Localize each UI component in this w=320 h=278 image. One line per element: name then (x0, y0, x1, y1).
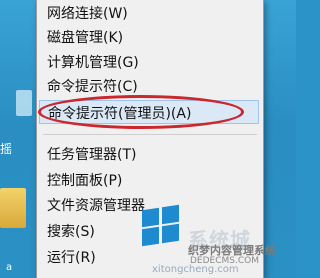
menu-item-label: 控制面板(P) (47, 173, 123, 189)
menu-item-network-connections[interactable]: 网络连接(W) (37, 0, 263, 24)
menu-item-disk-management[interactable]: 磁盘管理(K) (37, 24, 263, 48)
windows-logo-icon (142, 204, 180, 247)
menu-item-control-panel[interactable]: 控制面板(P) (37, 167, 263, 191)
menu-item-computer-management[interactable]: 计算机管理(G) (37, 49, 263, 73)
menu-item-label: 运行(R) (47, 250, 96, 266)
menu-item-label: 文件资源管理器 (47, 198, 145, 214)
menu-item-label: 任务管理器(T) (47, 147, 137, 163)
menu-item-label: 网络连接(W) (47, 6, 128, 22)
watermark-url: xitongcheng.com (152, 264, 239, 275)
menu-item-command-prompt[interactable]: 命令提示符(C) (37, 73, 263, 97)
menu-item-label: 计算机管理(G) (47, 55, 139, 71)
menu-item-label: 搜索(S) (47, 224, 95, 240)
desktop-icon-label: 摇 (0, 142, 13, 156)
folder-icon[interactable] (0, 188, 26, 228)
desktop-bottom-label: a (6, 262, 13, 273)
menu-item-task-manager[interactable]: 任务管理器(T) (37, 141, 263, 165)
menu-separator (43, 134, 257, 135)
desktop-icon[interactable] (16, 90, 32, 116)
menu-item-label: 命令提示符(C) (47, 79, 138, 95)
highlight-ellipse (38, 95, 244, 129)
menu-item-label: 磁盘管理(K) (47, 30, 124, 46)
